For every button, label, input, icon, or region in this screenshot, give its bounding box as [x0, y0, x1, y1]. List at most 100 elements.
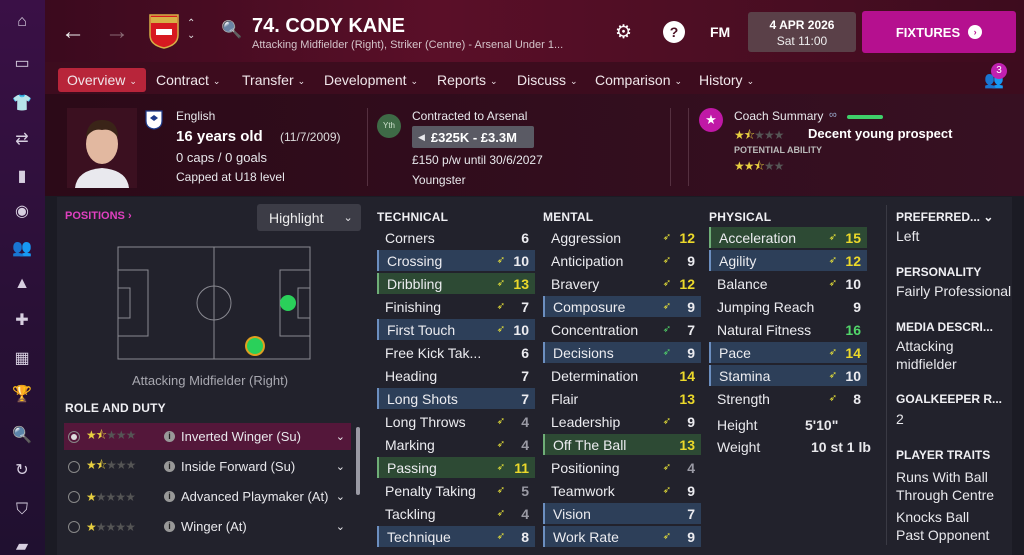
- attribute-row[interactable]: Leadership ➶ 9: [543, 411, 701, 432]
- trait-2-line2: Past Opponent: [896, 527, 990, 543]
- attribute-row[interactable]: Natural Fitness 16: [709, 319, 867, 340]
- highlight-dropdown[interactable]: Highlight ⌄: [257, 204, 361, 231]
- attribute-row[interactable]: Concentration ➶ 7: [543, 319, 701, 340]
- date-box[interactable]: 4 APR 2026 Sat 11:00: [748, 12, 856, 52]
- attribute-row[interactable]: Long Shots 7: [377, 388, 535, 409]
- transfer-value[interactable]: ◀ £325K - £3.3M: [412, 126, 534, 148]
- role-name: Inverted Winger (Su): [181, 429, 301, 444]
- chevron-down-icon[interactable]: ⌄: [336, 460, 345, 473]
- chevron-down-icon[interactable]: ⌄: [336, 520, 345, 533]
- fixtures-button[interactable]: FIXTURES ›: [862, 11, 1016, 53]
- highlight-label: Highlight: [269, 209, 324, 226]
- tab-contract[interactable]: Contract ⌄: [156, 68, 220, 92]
- attribute-row[interactable]: Positioning ➶ 4: [543, 457, 701, 478]
- attribute-row[interactable]: Jumping Reach 9: [709, 296, 867, 317]
- chevron-down-icon[interactable]: ⌄: [336, 430, 345, 443]
- role-row[interactable]: ★★★★★ i Advanced Playmaker (At) ⌄: [64, 483, 351, 510]
- attribute-row[interactable]: Balance ➶ 10: [709, 273, 867, 294]
- briefcase-icon[interactable]: ▰: [11, 535, 33, 555]
- attribute-row[interactable]: Bravery ➶ 12: [543, 273, 701, 294]
- attribute-row[interactable]: Corners 6: [377, 227, 535, 248]
- forward-icon[interactable]: →: [105, 18, 129, 46]
- info-icon[interactable]: i: [164, 431, 175, 442]
- attribute-row[interactable]: Passing ➶ 11: [377, 457, 535, 478]
- refresh-icon[interactable]: ↻: [11, 459, 33, 481]
- tab-comparison[interactable]: Comparison ⌄: [595, 68, 682, 92]
- radio-button[interactable]: [68, 520, 80, 533]
- tab-development[interactable]: Development ⌄: [324, 68, 418, 92]
- role-row[interactable]: ★⯪★★★ i Inverted Winger (Su) ⌄: [64, 423, 351, 450]
- positions-link[interactable]: POSITIONS ›: [65, 210, 132, 222]
- role-row[interactable]: ★⯪★★★ i Inside Forward (Su) ⌄: [64, 453, 351, 480]
- tactics-icon[interactable]: ▮: [11, 165, 33, 187]
- squad-icon[interactable]: 👕: [11, 92, 33, 114]
- attribute-row[interactable]: Acceleration ➶ 15: [709, 227, 867, 248]
- attribute-row[interactable]: Composure ➶ 9: [543, 296, 701, 317]
- fm-logo[interactable]: FM: [710, 24, 730, 40]
- attribute-row[interactable]: Strength ➶ 8: [709, 388, 867, 409]
- radio-button[interactable]: [68, 490, 80, 503]
- attribute-row[interactable]: Vision 7: [543, 503, 701, 524]
- schedule-icon[interactable]: ▦: [11, 347, 33, 369]
- inbox-icon[interactable]: ▭: [11, 52, 33, 74]
- attribute-row[interactable]: Aggression ➶ 12: [543, 227, 701, 248]
- attribute-row[interactable]: Tackling ➶ 4: [377, 503, 535, 524]
- search-icon[interactable]: 🔍: [11, 424, 33, 446]
- back-icon[interactable]: ←: [61, 18, 85, 46]
- preferred-foot-label[interactable]: PREFERRED... ⌄: [896, 210, 993, 224]
- info-icon[interactable]: i: [164, 521, 175, 532]
- info-icon[interactable]: i: [164, 461, 175, 472]
- attribute-row[interactable]: Anticipation ➶ 9: [543, 250, 701, 271]
- radio-button[interactable]: [68, 460, 80, 473]
- attribute-row[interactable]: Crossing ➶ 10: [377, 250, 535, 271]
- attribute-row[interactable]: Technique ➶ 8: [377, 526, 535, 547]
- shield-icon[interactable]: ⛉: [11, 499, 33, 521]
- attribute-row[interactable]: Pace ➶ 14: [709, 342, 867, 363]
- help-icon[interactable]: ?: [663, 21, 685, 43]
- tab-overview[interactable]: Overview ⌄: [58, 68, 146, 92]
- info-icon[interactable]: i: [164, 491, 175, 502]
- medical-icon[interactable]: ✚: [11, 309, 33, 331]
- radio-button[interactable]: [68, 430, 80, 443]
- tab-transfer[interactable]: Transfer ⌄: [242, 68, 305, 92]
- attribute-row[interactable]: Free Kick Tak... 6: [377, 342, 535, 363]
- attribute-row[interactable]: Dribbling ➶ 13: [377, 273, 535, 294]
- tab-reports[interactable]: Reports ⌄: [437, 68, 498, 92]
- arrow-up-icon: ➶: [828, 393, 838, 404]
- tab-history[interactable]: History ⌄: [699, 68, 754, 92]
- attribute-row[interactable]: Flair 13: [543, 388, 701, 409]
- arrow-up-icon: ➶: [828, 255, 838, 266]
- dynamics-icon[interactable]: ◉: [11, 200, 33, 222]
- trophy-icon[interactable]: 🏆: [11, 383, 33, 405]
- staff-icon[interactable]: 👥: [11, 237, 33, 259]
- star-badge-icon: ★: [699, 108, 723, 132]
- scrollbar[interactable]: [356, 427, 360, 495]
- attribute-value: 4: [687, 459, 695, 476]
- attribute-row[interactable]: Work Rate ➶ 9: [543, 526, 701, 547]
- attribute-row[interactable]: Marking ➶ 4: [377, 434, 535, 455]
- arrow-up-icon: ➶: [496, 439, 506, 450]
- attribute-row[interactable]: Stamina ➶ 10: [709, 365, 867, 386]
- chevron-down-icon: ⌄: [343, 212, 353, 224]
- search-icon[interactable]: 🔍: [221, 20, 242, 40]
- chevron-down-icon[interactable]: ⌄: [336, 490, 345, 503]
- attribute-row[interactable]: Off The Ball 13: [543, 434, 701, 455]
- attribute-row[interactable]: Decisions ➶ 9: [543, 342, 701, 363]
- attribute-row[interactable]: Penalty Taking ➶ 5: [377, 480, 535, 501]
- attribute-row[interactable]: Long Throws ➶ 4: [377, 411, 535, 432]
- attribute-row[interactable]: First Touch ➶ 10: [377, 319, 535, 340]
- gear-icon[interactable]: ⚙: [615, 21, 632, 44]
- switch-chevrons-icon[interactable]: ⌃ ⌄: [187, 18, 195, 42]
- role-row[interactable]: ★★★★★ i Winger (At) ⌄: [64, 513, 351, 540]
- club-crest-icon[interactable]: [148, 13, 180, 49]
- home-icon[interactable]: ⌂: [11, 11, 33, 33]
- attribute-row[interactable]: Agility ➶ 12: [709, 250, 867, 271]
- training-icon[interactable]: ▲: [11, 273, 33, 295]
- attribute-row[interactable]: Finishing ➶ 7: [377, 296, 535, 317]
- attribute-row[interactable]: Teamwork ➶ 9: [543, 480, 701, 501]
- attribute-value: 10: [845, 367, 861, 384]
- attribute-row[interactable]: Heading 7: [377, 365, 535, 386]
- transfers-icon[interactable]: ⇄: [11, 128, 33, 150]
- tab-discuss[interactable]: Discuss ⌄: [517, 68, 578, 92]
- attribute-row[interactable]: Determination 14: [543, 365, 701, 386]
